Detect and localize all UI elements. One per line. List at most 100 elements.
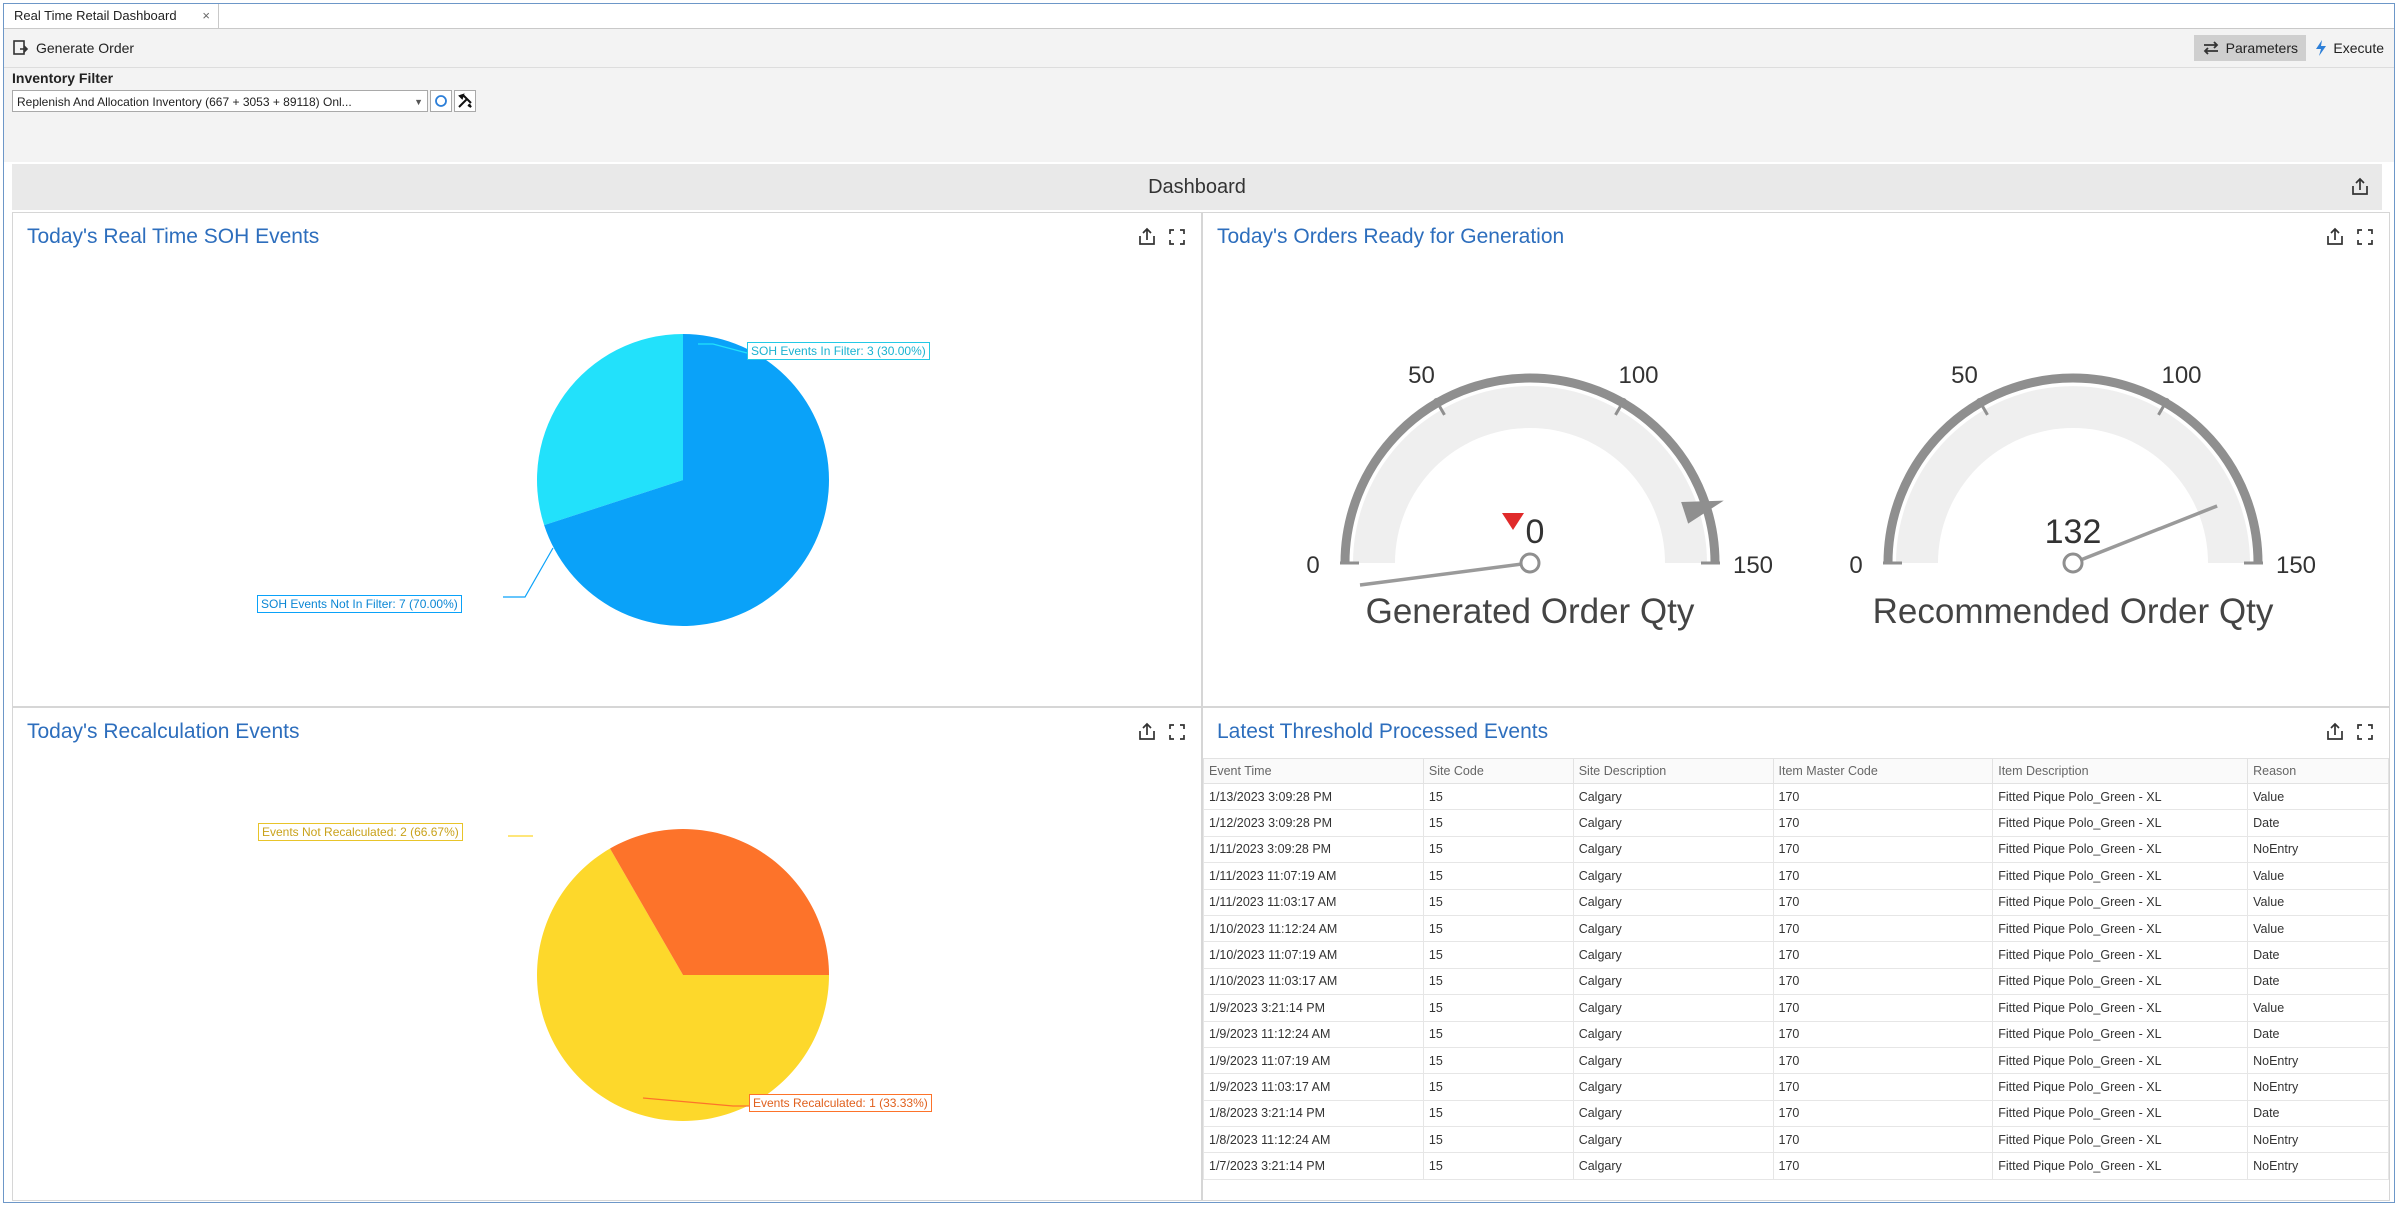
table-cell: 1/11/2023 3:09:28 PM <box>1203 835 1424 864</box>
table-cell: Calgary <box>1572 835 1774 864</box>
table-cell: Calgary <box>1572 1020 1774 1048</box>
tab-label: Real Time Retail Dashboard <box>14 8 177 23</box>
table-cell: Fitted Pique Polo_Green - XL <box>1992 809 2249 837</box>
table-cell: 15 <box>1422 1073 1574 1101</box>
table-cell: 170 <box>1772 862 1994 890</box>
table-cell: Calgary <box>1572 941 1774 969</box>
parameters-label: Parameters <box>2225 40 2298 56</box>
maximize-icon[interactable] <box>2355 722 2375 742</box>
table-cell: 1/10/2023 11:12:24 AM <box>1203 914 1424 943</box>
table-cell: Fitted Pique Polo_Green - XL <box>1992 914 2249 943</box>
column-header[interactable]: Item Description <box>1992 758 2249 784</box>
close-icon[interactable]: × <box>202 4 210 28</box>
parameters-icon <box>2203 41 2218 55</box>
table-row[interactable]: 1/8/2023 11:12:24 AM 15 Calgary 170 Fitted P… <box>1203 1126 2389 1154</box>
table-cell: 170 <box>1772 994 1994 1022</box>
table-row[interactable]: 1/11/2023 11:07:19 AM 15 Calgary 170 Fitted … <box>1203 862 2389 890</box>
table-row[interactable]: 1/11/2023 11:03:17 AM 15 Calgary 170 Fitted … <box>1203 888 2389 916</box>
table-cell: 170 <box>1772 1099 1994 1128</box>
table-cell: Fitted Pique Polo_Green - XL <box>1992 994 2249 1022</box>
table-cell: Fitted Pique Polo_Green - XL <box>1992 835 2249 864</box>
table-cell: NoEntry <box>2247 1152 2389 1180</box>
table-cell: 1/9/2023 11:12:24 AM <box>1203 1020 1424 1048</box>
table-cell: 15 <box>1422 967 1574 996</box>
column-header[interactable]: Site Code <box>1422 758 1574 784</box>
table-cell: 15 <box>1422 835 1574 864</box>
table-cell: Fitted Pique Polo_Green - XL <box>1992 1152 2249 1180</box>
dashboard-title: Dashboard <box>1148 176 1246 198</box>
gauge-tick-label: 0 <box>1306 552 1319 579</box>
inventory-filter-select[interactable]: Replenish And Allocation Inventory (667 … <box>12 90 428 112</box>
gauge-pivot <box>1519 552 1541 574</box>
table-row[interactable]: 1/9/2023 11:03:17 AM 15 Calgary 170 Fitted P… <box>1203 1073 2389 1101</box>
execute-button[interactable]: Execute <box>2309 35 2390 61</box>
recalc-pie-chart <box>508 829 829 1121</box>
table-cell: Fitted Pique Polo_Green - XL <box>1992 1073 2249 1101</box>
export-icon[interactable] <box>2350 177 2370 197</box>
column-header[interactable]: Reason <box>2247 758 2389 784</box>
gauge-marker <box>1681 500 1724 524</box>
gauge-tick-label: 100 <box>2161 362 2201 389</box>
table-row[interactable]: 1/9/2023 11:12:24 AM 15 Calgary 170 Fitted P… <box>1203 1020 2389 1048</box>
table-row[interactable]: 1/10/2023 11:03:17 AM 15 Calgary 170 Fitted … <box>1203 967 2389 996</box>
inventory-filter-value: Replenish And Allocation Inventory (667 … <box>17 95 352 109</box>
panel-icons <box>2325 722 2375 742</box>
table-cell: 170 <box>1772 1152 1994 1180</box>
threshold-events-panel: Latest Threshold Processed Events Event … <box>1202 707 2390 1201</box>
table-cell: Fitted Pique Polo_Green - XL <box>1992 1099 2249 1128</box>
soh-events-panel: Today's Real Time SOH Events SOH Events … <box>12 212 1202 707</box>
table-cell: 170 <box>1772 967 1994 996</box>
tab-real-time-retail-dashboard[interactable]: Real Time Retail Dashboard × <box>4 4 219 28</box>
pie-label-not-in-filter: SOH Events Not In Filter: 7 (70.00%) <box>257 595 462 613</box>
table-row[interactable]: 1/7/2023 3:21:14 PM 15 Calgary 170 Fitted Pi… <box>1203 1152 2389 1180</box>
table-cell: 1/8/2023 11:12:24 AM <box>1203 1126 1424 1154</box>
edit-filter-button[interactable] <box>454 90 476 112</box>
table-cell: 15 <box>1422 1099 1574 1128</box>
table-cell: 1/8/2023 3:21:14 PM <box>1203 1099 1424 1128</box>
table-cell: 170 <box>1772 1046 1994 1075</box>
table-cell: NoEntry <box>2247 835 2389 864</box>
table-cell: Calgary <box>1572 1126 1774 1154</box>
gauge-tick-label: 0 <box>1849 552 1862 579</box>
table-row[interactable]: 1/11/2023 3:09:28 PM 15 Calgary 170 Fitted P… <box>1203 835 2389 864</box>
table-cell: 170 <box>1772 782 1994 811</box>
table-row[interactable]: 1/9/2023 11:07:19 AM 15 Calgary 170 Fitted P… <box>1203 1046 2389 1075</box>
table-row[interactable]: 1/10/2023 11:07:19 AM 15 Calgary 170 Fitted … <box>1203 941 2389 969</box>
table-cell: 15 <box>1422 1046 1574 1075</box>
table-cell: 170 <box>1772 1126 1994 1154</box>
table-cell: Date <box>2247 941 2389 969</box>
column-header[interactable]: Site Description <box>1572 758 1774 784</box>
table-cell: Value <box>2247 862 2389 890</box>
table-cell: 1/9/2023 11:07:19 AM <box>1203 1046 1424 1075</box>
parameters-button[interactable]: Parameters <box>2193 35 2306 61</box>
table-cell: Calgary <box>1572 862 1774 890</box>
table-cell: 1/12/2023 3:09:28 PM <box>1203 809 1424 837</box>
column-header[interactable]: Item Master Code <box>1772 758 1994 784</box>
table-cell: Calgary <box>1572 994 1774 1022</box>
table-row[interactable]: 1/10/2023 11:12:24 AM 15 Calgary 170 Fitted … <box>1203 914 2389 943</box>
table-row[interactable]: 1/12/2023 3:09:28 PM 15 Calgary 170 Fitted P… <box>1203 809 2389 837</box>
table-cell: 170 <box>1772 835 1994 864</box>
gauge-tick-label: 100 <box>1618 362 1658 389</box>
generate-order-button[interactable]: Generate Order <box>12 35 134 61</box>
table-row[interactable]: 1/8/2023 3:21:14 PM 15 Calgary 170 Fitted Pi… <box>1203 1099 2389 1128</box>
gauge-0: 0 50 100 150 0 Generated Order Qty <box>1306 362 1773 631</box>
table-cell: NoEntry <box>2247 1046 2389 1075</box>
tools-icon <box>458 93 472 108</box>
gauge-tick-label: 50 <box>1951 362 1978 389</box>
refresh-filter-button[interactable] <box>430 90 452 112</box>
table-cell: 15 <box>1422 1126 1574 1154</box>
table-cell: 170 <box>1772 809 1994 837</box>
column-header[interactable]: Event Time <box>1203 758 1424 784</box>
table-row[interactable]: 1/9/2023 3:21:14 PM 15 Calgary 170 Fitted Pi… <box>1203 994 2389 1022</box>
table-row[interactable]: 1/13/2023 3:09:28 PM 15 Calgary 170 Fitted P… <box>1203 782 2389 811</box>
table-cell: 15 <box>1422 994 1574 1022</box>
table-cell: Calgary <box>1572 967 1774 996</box>
table-body: 1/13/2023 3:09:28 PM 15 Calgary 170 Fitted P… <box>1203 782 2389 1180</box>
table-cell: 15 <box>1422 1152 1574 1180</box>
table-cell: 15 <box>1422 941 1574 969</box>
export-icon[interactable] <box>2325 722 2345 742</box>
soh-pie-leader-line-1 <box>503 547 554 598</box>
orders-ready-panel: Today's Orders Ready for Generation 0 50 1… <box>1202 212 2390 707</box>
table-cell: Value <box>2247 782 2389 811</box>
